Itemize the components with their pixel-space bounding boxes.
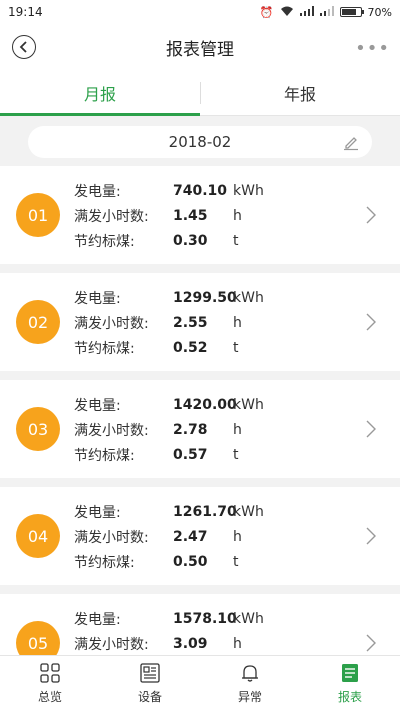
full-hours-unit: h — [233, 421, 242, 438]
signal-icon — [299, 6, 314, 18]
list-item[interactable]: 03 发电量: 1420.00 kWh 满发小时数: 2.78 h 节约标煤: 0.57 t — [0, 380, 400, 478]
full-hours-unit: h — [233, 314, 242, 331]
date-selector[interactable]: 2018-02 — [28, 126, 372, 158]
status-time: 19:14 — [8, 5, 43, 19]
full-hours-value: 2.78 — [173, 421, 208, 438]
coal-saving-unit: t — [233, 446, 239, 463]
generation-value: 1420.00 — [173, 396, 237, 413]
tab-bar: 月报 年报 — [0, 70, 400, 116]
list-item[interactable]: 01 发电量: 740.10 kWh 满发小时数: 1.45 h 节约标煤: 0.30 t — [0, 166, 400, 264]
generation-label: 发电量: — [74, 611, 121, 628]
status-bar: 19:14 ⏰ 70% — [0, 0, 400, 24]
bell-icon — [239, 662, 261, 684]
full-hours-value: 3.09 — [173, 635, 208, 652]
coal-saving-label: 节约标煤: — [74, 554, 135, 571]
chevron-right-icon — [366, 527, 376, 549]
list-item[interactable]: 04 发电量: 1261.70 kWh 满发小时数: 2.47 h 节约标煤: 0.50 t — [0, 487, 400, 585]
nav-alerts[interactable]: 异常 — [200, 656, 300, 711]
tab-divider — [200, 82, 201, 104]
coal-saving-value: 0.50 — [173, 553, 208, 570]
back-button[interactable] — [12, 35, 36, 59]
generation-label: 发电量: — [74, 183, 121, 200]
coal-saving-value: 0.52 — [173, 339, 208, 356]
battery-percent: 70% — [367, 5, 392, 19]
more-icon[interactable]: ••• — [355, 38, 390, 59]
full-hours-label: 满发小时数: — [74, 529, 149, 546]
full-hours-label: 满发小时数: — [74, 636, 149, 653]
chevron-right-icon — [366, 206, 376, 228]
generation-label: 发电量: — [74, 290, 121, 307]
title-bar: 报表管理 ••• — [0, 24, 400, 70]
chevron-left-icon — [19, 41, 27, 53]
wifi-icon — [280, 6, 294, 19]
list-item[interactable]: 02 发电量: 1299.50 kWh 满发小时数: 2.55 h 节约标煤: 0.52 t — [0, 273, 400, 371]
full-hours-unit: h — [233, 635, 242, 652]
nav-label: 总览 — [37, 690, 62, 704]
full-hours-value: 2.47 — [173, 528, 208, 545]
nav-label: 异常 — [237, 690, 262, 704]
generation-value: 740.10 — [173, 182, 228, 199]
month-badge: 04 — [16, 514, 60, 558]
grid-icon — [39, 662, 61, 684]
generation-unit: kWh — [233, 503, 264, 520]
battery-icon — [339, 7, 364, 17]
chevron-right-icon — [366, 313, 376, 335]
report-icon — [339, 662, 361, 684]
coal-saving-label: 节约标煤: — [74, 447, 135, 464]
chevron-right-icon — [366, 420, 376, 442]
tab-monthly[interactable]: 月报 — [0, 70, 200, 116]
nav-overview[interactable]: 总览 — [0, 656, 100, 711]
report-list: 01 发电量: 740.10 kWh 满发小时数: 1.45 h 节约标煤: 0.30 t … — [0, 166, 400, 701]
full-hours-unit: h — [233, 207, 242, 224]
generation-value: 1578.10 — [173, 610, 237, 627]
month-badge: 03 — [16, 407, 60, 451]
generation-value: 1299.50 — [173, 289, 237, 306]
coal-saving-value: 0.30 — [173, 232, 208, 249]
coal-saving-label: 节约标煤: — [74, 340, 135, 357]
full-hours-label: 满发小时数: — [74, 315, 149, 332]
full-hours-label: 满发小时数: — [74, 422, 149, 439]
generation-unit: kWh — [233, 182, 264, 199]
nav-label: 报表 — [337, 690, 362, 704]
full-hours-value: 1.45 — [173, 207, 208, 224]
edit-icon[interactable] — [342, 133, 360, 155]
coal-saving-unit: t — [233, 339, 239, 356]
nav-label: 设备 — [137, 690, 162, 704]
coal-saving-value: 0.57 — [173, 446, 208, 463]
generation-label: 发电量: — [74, 504, 121, 521]
generation-label: 发电量: — [74, 397, 121, 414]
full-hours-label: 满发小时数: — [74, 208, 149, 225]
full-hours-value: 2.55 — [173, 314, 208, 331]
generation-value: 1261.70 — [173, 503, 237, 520]
coal-saving-unit: t — [233, 553, 239, 570]
tab-yearly[interactable]: 年报 — [200, 70, 400, 115]
full-hours-unit: h — [233, 528, 242, 545]
chevron-right-icon — [366, 634, 376, 656]
generation-unit: kWh — [233, 610, 264, 627]
month-badge: 01 — [16, 193, 60, 237]
generation-unit: kWh — [233, 396, 264, 413]
month-badge: 02 — [16, 300, 60, 344]
nav-reports[interactable]: 报表 — [300, 656, 400, 711]
signal-icon-2 — [319, 6, 334, 18]
page-title: 报表管理 — [166, 39, 234, 60]
bottom-nav: 总览 设备 异常 报表 — [0, 655, 400, 711]
coal-saving-unit: t — [233, 232, 239, 249]
date-value: 2018-02 — [168, 133, 232, 151]
nav-devices[interactable]: 设备 — [100, 656, 200, 711]
coal-saving-label: 节约标煤: — [74, 233, 135, 250]
alarm-icon: ⏰ — [259, 5, 274, 19]
status-icons: ⏰ 70% — [260, 6, 392, 19]
generation-unit: kWh — [233, 289, 264, 306]
device-icon — [139, 662, 161, 684]
